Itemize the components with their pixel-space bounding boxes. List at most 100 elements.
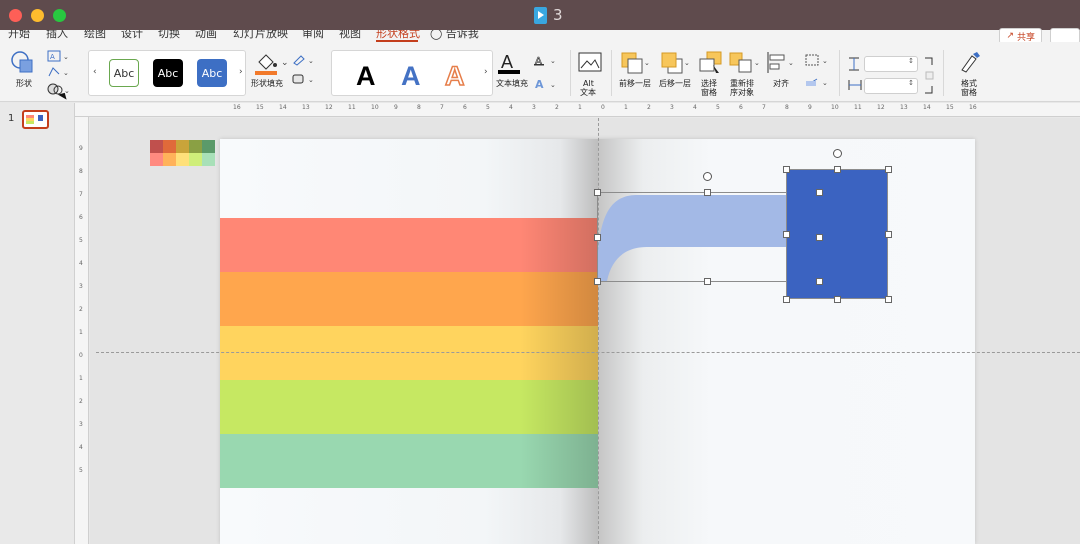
maximize-window-button[interactable] <box>53 9 66 22</box>
band-fold-shadow <box>520 272 598 326</box>
tab-home[interactable]: 开始 <box>8 30 30 41</box>
svg-text:A: A <box>535 78 544 90</box>
resize-handle[interactable] <box>704 278 711 285</box>
format-pane-label-2: 窗格 <box>961 88 977 97</box>
share-button-label: 共享 <box>1016 32 1035 43</box>
paint-bucket-icon[interactable] <box>253 50 279 76</box>
bring-forward-label: 前移一层 <box>619 79 651 88</box>
resize-handle[interactable] <box>783 166 790 173</box>
shape-styles-gallery[interactable]: ‹ Abc Abc Abc › <box>88 50 246 96</box>
palette-swatch <box>163 153 176 166</box>
height-stepper-icon[interactable]: ↕ <box>908 57 914 65</box>
shape-effects-icon[interactable]: ⌄ <box>291 73 317 85</box>
ruler-tick-label: 3 <box>79 421 83 428</box>
resize-handle[interactable] <box>816 234 823 241</box>
band-fold-shadow <box>520 218 598 272</box>
tab-transitions[interactable]: 切换 <box>158 30 180 41</box>
ruler-tick-label: 8 <box>79 168 83 175</box>
format-pane-icon[interactable] <box>958 50 982 74</box>
ruler-tick-label: 3 <box>670 104 674 111</box>
wordart-style-blue[interactable]: A <box>401 61 421 92</box>
close-window-button[interactable] <box>9 9 22 22</box>
tab-insert[interactable]: 插入 <box>46 30 68 41</box>
reorder-objects-icon[interactable]: ⌄ <box>729 51 763 75</box>
send-backward-icon[interactable]: ⌄ <box>661 51 691 75</box>
ruler-tick-label: 4 <box>693 104 697 111</box>
wordart-gallery[interactable]: A A A › <box>331 50 493 96</box>
svg-text:⌄: ⌄ <box>788 59 794 67</box>
align-icon[interactable]: ⌄ <box>766 51 798 75</box>
resize-handle[interactable] <box>594 234 601 241</box>
ruler-tick-label: 6 <box>79 214 83 221</box>
shape-height-field[interactable]: ↕ <box>864 56 918 72</box>
tab-review[interactable]: 审阅 <box>302 30 324 41</box>
shapes-label: 形状 <box>16 79 32 88</box>
ruler-tick-label: 12 <box>325 104 333 111</box>
gallery-next-arrow-icon[interactable]: › <box>239 67 243 77</box>
svg-text:⌄: ⌄ <box>63 53 69 61</box>
slide-thumbnail[interactable] <box>22 110 49 129</box>
text-outline-icon[interactable]: A ⌄ <box>533 54 559 66</box>
selection-pane-icon[interactable] <box>699 51 723 75</box>
resize-handle[interactable] <box>783 296 790 303</box>
resize-handle[interactable] <box>885 296 892 303</box>
resize-handle[interactable] <box>834 166 841 173</box>
tab-design[interactable]: 设计 <box>121 30 143 41</box>
vertical-guide[interactable] <box>598 118 599 544</box>
ruler-tick-label: 7 <box>440 104 444 111</box>
text-fill-icon[interactable]: A <box>497 51 521 77</box>
svg-text:⌄: ⌄ <box>822 57 828 65</box>
width-stepper-icon[interactable]: ↕ <box>908 79 914 87</box>
vertical-ruler: 9 8 7 6 5 4 3 2 1 0 1 2 3 4 5 <box>75 117 89 544</box>
shape-width-field[interactable]: ↕ <box>864 78 918 94</box>
share-icon: ↗ <box>1006 31 1014 41</box>
resize-handle[interactable] <box>885 166 892 173</box>
resize-handle[interactable] <box>704 189 711 196</box>
wordart-style-orange[interactable]: A <box>444 60 465 92</box>
resize-handle[interactable] <box>816 278 823 285</box>
text-box-icon[interactable]: A ⌄ <box>47 50 71 62</box>
resize-handle[interactable] <box>594 189 601 196</box>
tab-animations[interactable]: 动画 <box>195 30 217 41</box>
ruler-tick-label: 9 <box>79 145 83 152</box>
bring-forward-icon[interactable]: ⌄ <box>621 51 651 75</box>
shape-outline-icon[interactable]: ⌄ <box>291 54 317 66</box>
ruler-tick-label: 5 <box>79 237 83 244</box>
resize-handle[interactable] <box>783 231 790 238</box>
ruler-tick-label: 1 <box>624 104 628 111</box>
resize-handle[interactable] <box>834 296 841 303</box>
horizontal-guide[interactable] <box>96 352 1080 353</box>
rotate-handle-icon[interactable] <box>833 149 842 158</box>
text-effects-icon[interactable]: A ⌄ <box>533 78 559 90</box>
alt-text-icon[interactable] <box>578 52 602 74</box>
wordart-style-black[interactable]: A <box>356 61 376 92</box>
edit-shape-icon[interactable]: ⌄ <box>47 66 71 78</box>
palette-swatch <box>163 140 176 153</box>
rotate-handle-icon[interactable] <box>703 172 712 181</box>
shapes-icon[interactable] <box>10 50 34 74</box>
resize-handle[interactable] <box>885 231 892 238</box>
tab-tell-me[interactable]: ◯ 告诉我 <box>430 30 479 41</box>
wordart-next-arrow-icon[interactable]: › <box>484 67 488 77</box>
palette-swatch <box>189 140 202 153</box>
rotate-icon[interactable]: ⌄ <box>805 76 833 88</box>
slide-number: 1 <box>8 113 15 124</box>
shape-style-2[interactable]: Abc <box>153 59 183 87</box>
gallery-prev-arrow-icon[interactable]: ‹ <box>93 67 97 77</box>
ruler-tick-label: 2 <box>79 306 83 313</box>
tab-tell-me-label: 告诉我 <box>445 30 479 40</box>
tab-view[interactable]: 视图 <box>339 30 361 41</box>
tab-slideshow[interactable]: 幻灯片放映 <box>233 30 288 41</box>
group-objects-icon[interactable]: ⌄ <box>805 54 833 66</box>
shape-style-3[interactable]: Abc <box>197 59 227 87</box>
resize-handle[interactable] <box>816 189 823 196</box>
shape-style-1[interactable]: Abc <box>109 59 139 87</box>
minimize-window-button[interactable] <box>31 9 44 22</box>
ribbon: 形状 A ⌄ ⌄ ⌄ ‹ Abc Abc Abc › ⌄ 形状填充 ⌄ ⌄ A … <box>0 42 1080 102</box>
tab-draw[interactable]: 绘图 <box>84 30 106 41</box>
resize-handle[interactable] <box>594 278 601 285</box>
powerpoint-file-icon <box>534 6 547 24</box>
svg-text:A: A <box>501 52 513 72</box>
lock-aspect-ratio-icon[interactable] <box>922 56 936 96</box>
shape-fill-dropdown-icon[interactable]: ⌄ <box>281 58 289 68</box>
